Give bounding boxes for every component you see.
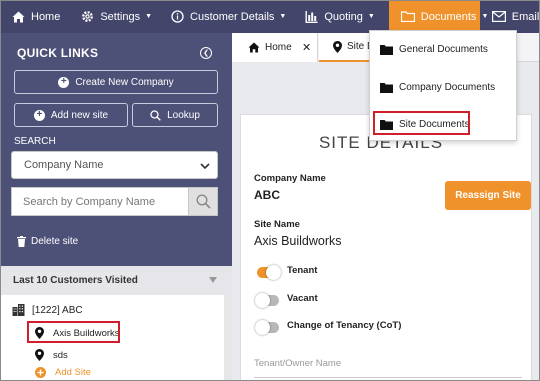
vacant-label: Vacant [287, 293, 318, 304]
recent-customers-title: Last 10 Customers Visited [13, 275, 138, 286]
lookup-label: Lookup [167, 109, 200, 121]
recent-site-label: sds [53, 349, 68, 361]
toggle-knob [266, 265, 281, 280]
tab-home[interactable]: Home ✕ [232, 33, 318, 62]
building-icon [12, 304, 25, 316]
collapse-sidebar-icon[interactable]: ❮ [200, 47, 212, 59]
recent-company-item[interactable]: [1222] ABC [12, 304, 83, 316]
menu-item-company-documents[interactable]: Company Documents [380, 82, 495, 93]
menu-item-general-documents[interactable]: General Documents [380, 44, 488, 55]
recent-site-item[interactable]: sds [35, 349, 68, 361]
chevron-down-icon [200, 161, 210, 173]
top-navigation: Home Settings ▼ Customer Details ▼ Quoti… [0, 0, 540, 33]
nav-emails-label: Emails [511, 10, 540, 23]
site-name-value: Axis Buildworks [254, 234, 342, 248]
company-search-input[interactable]: Search by Company Name [11, 187, 189, 216]
tab-home-label: Home [265, 42, 292, 53]
company-name-value: ABC [254, 188, 280, 202]
nav-customer-details[interactable]: Customer Details ▼ [164, 0, 298, 33]
caret-down-icon: ▼ [279, 13, 287, 20]
add-site-link[interactable]: Add Site [35, 367, 91, 378]
quick-links-title: QUICK LINKS [17, 46, 99, 60]
search-icon [150, 109, 161, 121]
folder-icon [400, 11, 415, 22]
search-icon [195, 194, 211, 209]
nav-emails[interactable]: Emails [480, 0, 540, 33]
caret-down-icon: ▼ [145, 13, 153, 20]
map-pin-icon [35, 349, 44, 361]
highlight-box [27, 321, 120, 343]
tenant-label: Tenant [287, 265, 318, 276]
menu-item-label: General Documents [399, 44, 488, 55]
search-label: SEARCH [14, 136, 56, 147]
recent-company-label: [1222] ABC [32, 304, 83, 316]
nav-quoting-label: Quoting [324, 10, 363, 23]
home-icon [12, 11, 25, 23]
change-of-tenancy-label: Change of Tenancy (CoT) [287, 320, 402, 331]
nav-documents[interactable]: Documents ▼ [388, 0, 488, 33]
recent-customers-header[interactable]: Last 10 Customers Visited [0, 266, 232, 295]
delete-site-label: Delete site [31, 236, 79, 247]
map-pin-icon [333, 40, 342, 53]
caret-down-icon: ▼ [367, 13, 375, 20]
company-name-select[interactable]: Company Name [11, 151, 218, 179]
reassign-site-button[interactable]: Reassign Site [445, 181, 531, 210]
company-select-value: Company Name [24, 159, 104, 171]
divider [254, 377, 522, 378]
envelope-icon [491, 11, 506, 22]
home-icon [248, 42, 260, 53]
nav-quoting[interactable]: Quoting ▼ [298, 0, 388, 33]
close-icon[interactable]: ✕ [302, 41, 311, 54]
trash-icon [17, 236, 26, 247]
add-new-site-label: Add new site [50, 109, 109, 121]
highlight-box [373, 111, 470, 135]
nav-customer-details-label: Customer Details [190, 10, 275, 23]
recent-customers-panel: Last 10 Customers Visited [1222] ABC Axi… [0, 266, 232, 381]
site-name-label: Site Name [254, 219, 300, 230]
folder-icon [380, 44, 393, 55]
add-new-site-button[interactable]: + Add new site [14, 103, 128, 127]
toggle-knob [255, 293, 270, 308]
menu-item-label: Company Documents [399, 82, 496, 93]
company-name-label: Company Name [254, 173, 326, 184]
change-of-tenancy-toggle[interactable] [255, 320, 279, 335]
plus-circle-icon [35, 367, 46, 378]
delete-site-link[interactable]: Delete site [17, 236, 78, 247]
info-icon [171, 10, 184, 23]
company-search-placeholder: Search by Company Name [23, 195, 156, 208]
gear-icon [81, 10, 94, 23]
tenant-owner-name-input[interactable]: Tenant/Owner Name [254, 358, 341, 369]
caret-down-icon [209, 277, 217, 283]
folder-icon [380, 82, 393, 93]
plus-circle-icon: + [58, 76, 70, 88]
nav-home[interactable]: Home [0, 0, 74, 33]
quick-links-sidebar: QUICK LINKS ❮ + Create New Company + Add… [0, 33, 232, 381]
plus-circle-icon: + [33, 109, 45, 121]
nav-home-label: Home [31, 10, 61, 23]
add-site-label: Add Site [55, 367, 91, 378]
nav-settings-label: Settings [100, 10, 141, 23]
company-search-button[interactable] [188, 187, 218, 216]
create-new-company-button[interactable]: + Create New Company [14, 70, 218, 94]
lookup-button[interactable]: Lookup [132, 103, 218, 127]
vacant-toggle[interactable] [255, 293, 279, 308]
bar-chart-icon [305, 10, 318, 23]
tenant-toggle[interactable] [257, 265, 281, 280]
site-details-card: SITE DETAILS Company Name ABC Reassign S… [240, 114, 532, 381]
create-new-company-label: Create New Company [75, 76, 174, 88]
nav-documents-label: Documents [420, 10, 477, 23]
toggle-knob [255, 320, 270, 335]
nav-settings[interactable]: Settings ▼ [74, 0, 164, 33]
scrollbar[interactable] [224, 295, 232, 381]
